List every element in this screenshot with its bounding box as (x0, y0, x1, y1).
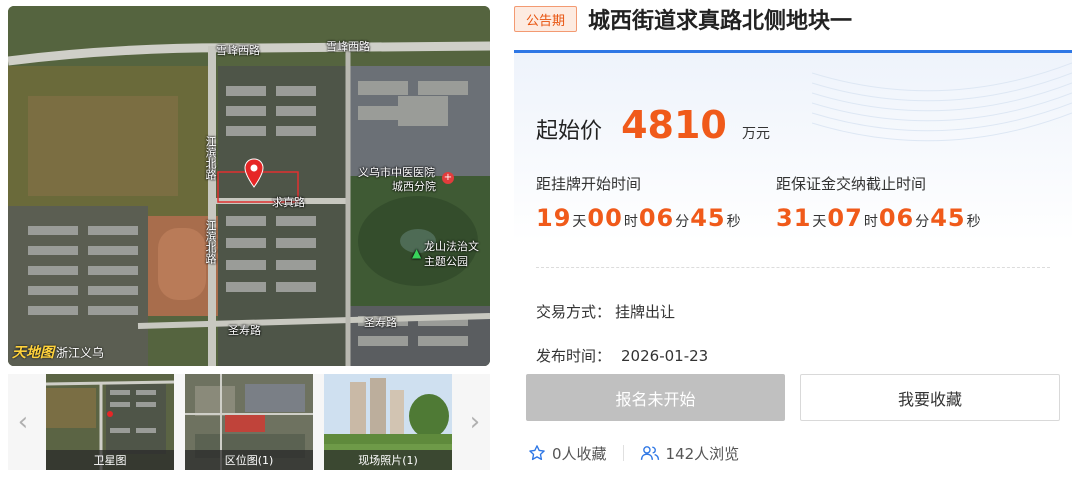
countdown-hours: 00 (587, 204, 623, 232)
page-title: 城西街道求真路北侧地块一 (588, 9, 853, 34)
unit-minute: 分 (675, 214, 690, 230)
thumbnail-caption: 区位图(1) (185, 450, 313, 470)
unit-hour: 时 (623, 214, 638, 230)
countdown-label: 距保证金交纳截止时间 (776, 175, 927, 193)
map-pin-icon[interactable] (244, 158, 264, 188)
park-icon: ▲ (412, 246, 422, 260)
transaction-method: 交易方式： 挂牌出让 (536, 301, 675, 322)
listing-info-panel: 起始价 4810 万元 距挂牌开始时间 19天00时06分45秒 距保证金交纳截… (514, 50, 1072, 368)
favorites-count: 0人收藏 (552, 444, 607, 463)
price-value: 4810 (621, 103, 727, 147)
hospital-icon: + (442, 172, 454, 184)
unit-hour: 时 (863, 214, 878, 230)
transaction-method-value: 挂牌出让 (615, 303, 676, 321)
unit-second: 秒 (966, 214, 981, 230)
road-label: 江滨北路 (204, 220, 217, 264)
countdown-hours: 07 (827, 204, 863, 232)
countdown-deposit-deadline: 距保证金交纳截止时间 31天07时06分45秒 (776, 173, 982, 232)
countdown-seconds: 45 (930, 204, 966, 232)
countdown-minutes: 06 (638, 204, 675, 232)
star-icon (529, 445, 545, 461)
road-label: 雪峰西路 (326, 40, 370, 53)
map-logo-brand: 天地图 (12, 345, 54, 361)
publish-time: 发布时间： 2026-01-23 (536, 345, 708, 366)
chevron-right-icon[interactable]: › (460, 374, 490, 470)
views-count: 142人浏览 (665, 444, 740, 463)
price-unit: 万元 (741, 126, 770, 142)
countdown-days: 19 (536, 204, 572, 232)
countdown-label: 距挂牌开始时间 (536, 175, 642, 193)
thumbnail-caption: 现场照片(1) (324, 450, 452, 470)
unit-second: 秒 (726, 214, 741, 230)
decorative-wave-pattern (812, 62, 1072, 142)
status-badge: 公告期 (514, 6, 577, 32)
countdown-value: 19天00时06分45秒 (536, 204, 742, 232)
road-label: 圣寿路 (228, 324, 261, 337)
thumbnail-site-photo[interactable]: 现场照片(1) (324, 374, 452, 470)
price-label: 起始价 (536, 119, 603, 144)
transaction-method-label: 交易方式： (536, 303, 612, 321)
road-label: 雪峰西路 (216, 44, 260, 57)
thumbnail-satellite[interactable]: 卫星图 (46, 374, 174, 470)
favorites-stat[interactable]: 0人收藏 (528, 443, 607, 464)
countdown-seconds: 45 (690, 204, 726, 232)
chevron-left-icon[interactable]: ‹ (8, 374, 38, 470)
map-logo-suffix: 浙江义乌 (56, 346, 105, 360)
road-label: 求真路 (272, 196, 305, 209)
countdown-value: 31天07时06分45秒 (776, 204, 982, 232)
road-label: 江滨北路 (204, 136, 217, 180)
register-button[interactable]: 报名未开始 (526, 374, 785, 421)
countdown-days: 31 (776, 204, 812, 232)
poi-park-name-2: 主题公园 (424, 255, 468, 268)
publish-time-label: 发布时间： (536, 347, 612, 365)
thumbnail-strip: ‹ 卫星图 区位图(1) 现场照片(1) › (8, 374, 490, 470)
unit-minute: 分 (915, 214, 930, 230)
map-provider-logo: 天地图 浙江义乌 (12, 342, 104, 362)
countdown-minutes: 06 (878, 204, 915, 232)
divider (536, 267, 1050, 268)
listing-stats: 0人收藏 142人浏览 (528, 440, 739, 466)
add-to-favorites-button[interactable]: 我要收藏 (800, 374, 1060, 421)
stat-separator (622, 445, 624, 461)
road-label: 圣寿路 (364, 316, 397, 329)
starting-price: 起始价 4810 万元 (536, 103, 770, 147)
publish-time-value: 2026-01-23 (621, 347, 709, 365)
poi-park-name: 龙山法治文 (424, 240, 479, 253)
views-stat: 142人浏览 (640, 443, 740, 464)
countdown-listing-start: 距挂牌开始时间 19天00时06分45秒 (536, 173, 742, 232)
satellite-map[interactable]: 雪峰西路 雪峰西路 求真路 圣寿路 圣寿路 江滨北路 江滨北路 义乌市中医医院 … (8, 6, 490, 366)
unit-day: 天 (812, 214, 827, 230)
thumbnail-location[interactable]: 区位图(1) (185, 374, 313, 470)
thumbnail-caption: 卫星图 (46, 450, 174, 470)
users-icon (640, 446, 659, 460)
unit-day: 天 (572, 214, 587, 230)
poi-hospital-branch: 城西分院 (392, 180, 436, 193)
